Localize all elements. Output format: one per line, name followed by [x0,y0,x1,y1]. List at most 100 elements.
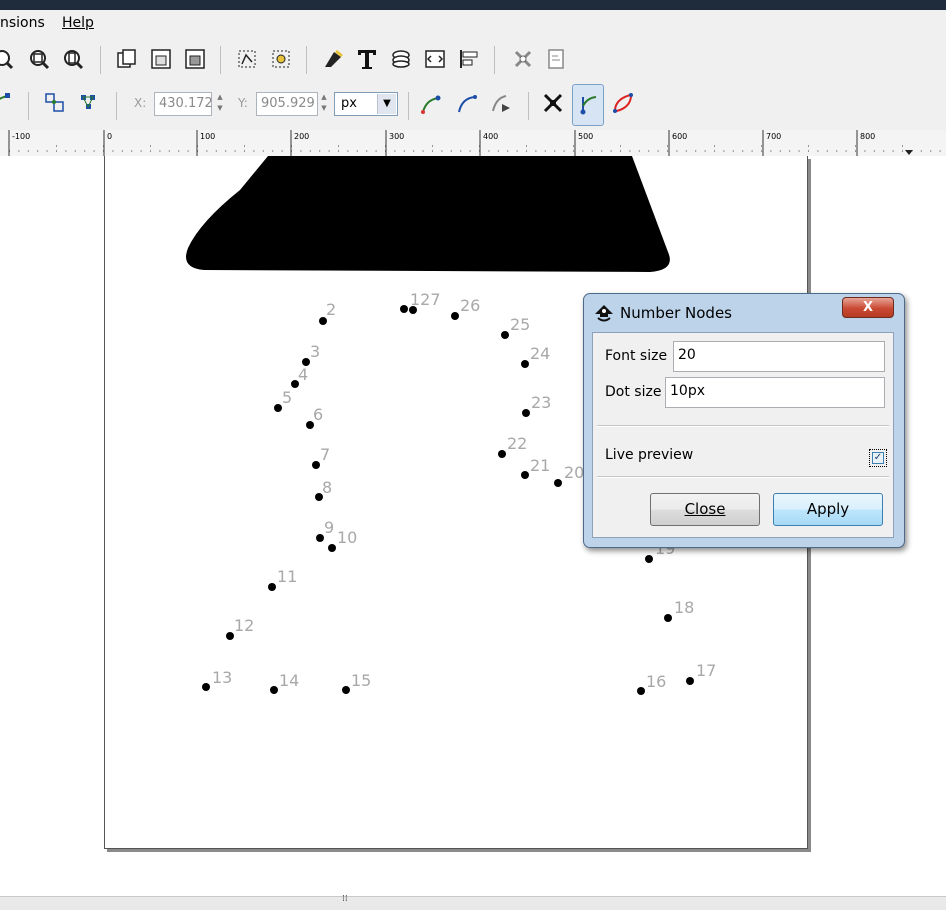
document-properties-icon[interactable] [546,48,568,70]
unlink-clone-icon[interactable] [184,48,206,70]
node-dot[interactable] [664,614,672,622]
dot-size-label: Dot size [605,384,662,400]
node-dot[interactable] [226,632,234,640]
preferences-icon[interactable] [512,48,534,70]
toolbar-separator [528,92,529,120]
duplicate-icon[interactable] [116,48,138,70]
object-to-path-icon[interactable] [44,92,66,114]
number-nodes-dialog: Number Nodes X Font size 20 Dot size 10p… [583,293,905,548]
show-handles-icon[interactable] [420,92,442,114]
node-dot[interactable] [270,686,278,694]
black-trapezoid-shape[interactable] [0,156,946,286]
node-dot[interactable] [521,360,529,368]
node-dot[interactable] [342,686,350,694]
zoom-page-icon[interactable] [62,48,84,70]
ruler-label: 800 [860,132,876,141]
node-dot[interactable] [501,331,509,339]
live-preview-checkbox[interactable]: ✓ [869,449,887,467]
node-dot[interactable] [316,534,324,542]
node-label: 2 [326,300,337,319]
node-handle-icon [580,96,597,115]
toolbar-separator [306,46,307,74]
y-spin-arrows[interactable]: ▲ ▼ [318,92,330,116]
node-dot[interactable] [328,544,336,552]
node-dot[interactable] [645,555,653,563]
show-helper-path-icon[interactable] [456,92,478,114]
x-spin-arrows[interactable]: ▲ ▼ [214,92,226,116]
dialog-divider [597,425,889,427]
y-coordinate-input[interactable]: 905.929 [256,92,318,116]
unit-select[interactable]: px ▼ [334,92,398,116]
apply-button[interactable]: Apply [773,493,883,526]
resize-grip-icon[interactable]: ⁞⁞ [342,894,348,904]
ruler-label: 100 [200,132,216,141]
toolbar-separator [494,46,495,74]
node-dot[interactable] [554,479,562,487]
fill-stroke-icon[interactable] [322,48,344,70]
font-size-input[interactable]: 20 [673,341,885,372]
node-dot[interactable] [522,409,530,417]
toolbar-separator [116,92,117,120]
node-label: 5 [282,388,293,407]
node-dot[interactable] [400,305,408,313]
status-bar: ⁞⁞ [0,894,946,910]
edit-mask-toggle[interactable] [572,84,604,126]
ungroup-icon[interactable] [270,48,292,70]
menu-extensions[interactable]: nsions [0,15,45,31]
toolbar-separator [28,92,29,120]
close-button[interactable]: Close [650,493,760,526]
checkmark-icon: ✓ [872,452,884,464]
node-label: 17 [696,661,717,680]
ruler-label: 0 [107,132,113,141]
node-dot[interactable] [202,683,210,691]
align-distribute-icon[interactable] [458,48,480,70]
ruler-label: 700 [766,132,782,141]
segment-to-curve-icon[interactable] [0,92,12,114]
xml-editor-icon[interactable] [424,48,446,70]
node-label: 10 [337,528,358,547]
menu-help-label: Help [62,15,94,31]
ruler-label: 200 [294,132,310,141]
text-font-icon[interactable] [356,48,378,70]
node-label: 22 [507,434,528,453]
node-dot[interactable] [268,583,276,591]
horizontal-ruler[interactable]: -100 0 100 200 300 400 500 600 700 800 [0,130,946,157]
node-label: 21 [530,456,551,475]
node-dot[interactable] [637,687,645,695]
node-label: 16 [646,672,667,691]
next-path-effect-icon[interactable] [490,92,512,114]
zoom-drawing-icon[interactable] [0,48,14,70]
dot-size-input[interactable]: 10px [665,377,885,408]
apply-button-label: Apply [806,500,850,518]
x-coordinate-input[interactable]: 430.172 [154,92,213,116]
node-dot[interactable] [312,461,320,469]
node-dot[interactable] [686,677,694,685]
window-title-bar [0,0,946,10]
node-dot[interactable] [498,450,506,458]
node-label: 13 [212,668,233,687]
x-coordinate-label: X: [134,96,147,110]
node-dot[interactable] [521,471,529,479]
group-icon[interactable] [236,48,258,70]
unit-select-value: px [341,96,357,111]
node-dot[interactable] [274,404,282,412]
close-icon[interactable]: X [842,297,894,318]
stroke-to-path-icon[interactable] [78,92,100,114]
node-label: 127 [410,290,441,309]
node-label: 25 [510,315,531,334]
node-label: 7 [320,445,331,464]
menu-help[interactable]: Help [62,15,94,31]
chevron-down-icon[interactable]: ▼ [377,94,396,114]
ruler-label: -100 [12,132,31,141]
layers-icon[interactable] [390,48,412,70]
node-dot[interactable] [451,312,459,320]
transform-handles-icon[interactable] [542,92,564,114]
node-label: 11 [277,567,298,586]
ruler-label: 400 [483,132,499,141]
ruler-ticks [8,130,946,156]
node-label: 4 [298,365,309,384]
zoom-selection-icon[interactable] [28,48,50,70]
clone-icon[interactable] [150,48,172,70]
edit-clip-path-icon[interactable] [612,92,634,114]
y-coordinate-label: Y: [238,96,248,110]
